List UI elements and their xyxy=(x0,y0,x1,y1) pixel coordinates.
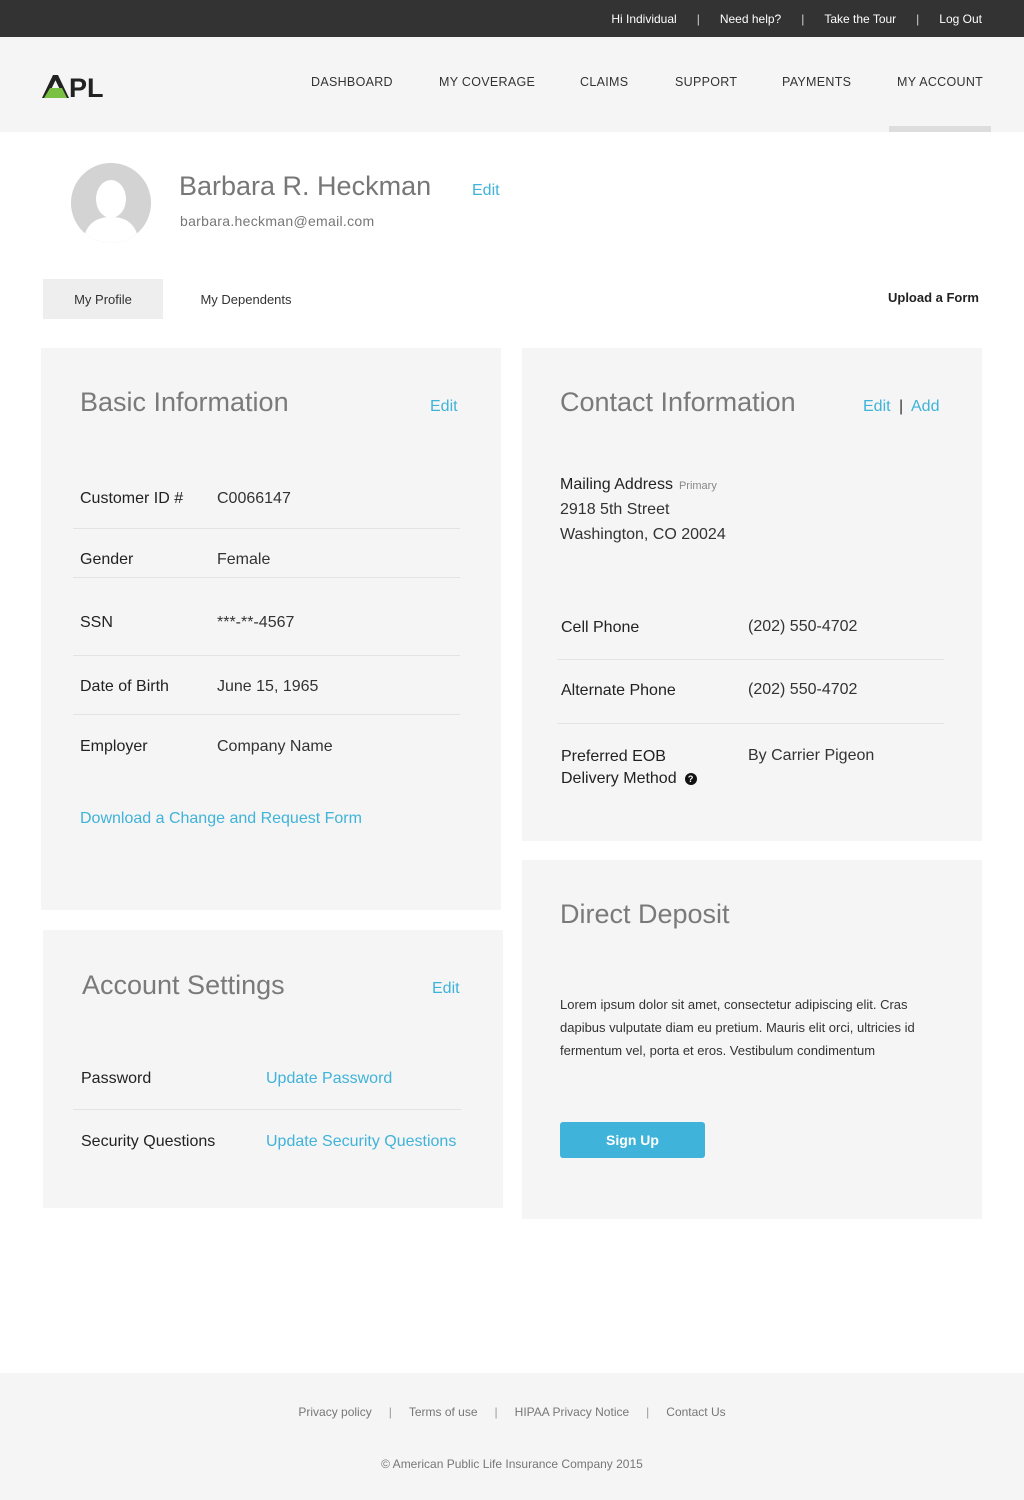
nav-payments[interactable]: PAYMENTS xyxy=(782,75,851,89)
card-title: Contact Information xyxy=(560,387,796,417)
top-utility-bar: Hi Individual | Need help? | Take the To… xyxy=(0,0,1024,37)
ssn-label: SSN xyxy=(80,614,113,631)
update-password-link[interactable]: Update Password xyxy=(266,1070,392,1088)
nav-active-indicator xyxy=(889,126,991,132)
eob-label-line-1: Preferred EOB xyxy=(561,748,666,765)
dob-value: June 15, 1965 xyxy=(217,678,319,695)
download-change-form-link[interactable]: Download a Change and Request Form xyxy=(80,810,362,828)
tab-my-profile[interactable]: My Profile xyxy=(43,279,163,319)
dob-label: Date of Birth xyxy=(80,678,169,695)
mailing-address-label: Mailing Address Primary xyxy=(560,476,717,494)
profile-name: Barbara R. Heckman xyxy=(179,171,432,201)
utility-links: Hi Individual | Need help? | Take the To… xyxy=(611,0,982,37)
separator: | xyxy=(646,1405,650,1419)
employer-label: Employer xyxy=(80,738,148,755)
customer-id-label: Customer ID # xyxy=(80,490,184,507)
ssn-value: ***-**-4567 xyxy=(217,614,295,631)
separator: | xyxy=(696,11,700,26)
cell-phone-value: (202) 550-4702 xyxy=(748,618,858,635)
edit-profile-link[interactable]: Edit xyxy=(472,182,500,200)
update-security-questions-link[interactable]: Update Security Questions xyxy=(266,1133,456,1151)
footer-links: Privacy policy | Terms of use | HIPAA Pr… xyxy=(0,1405,1024,1419)
copyright: © American Public Life Insurance Company… xyxy=(381,1457,643,1471)
card-title: Basic Information xyxy=(80,387,289,417)
direct-deposit-card: Direct Deposit Lorem ipsum dolor sit ame… xyxy=(522,860,982,1219)
upload-form-link[interactable]: Upload a Form xyxy=(888,290,979,305)
separator: | xyxy=(801,11,805,26)
avatar xyxy=(71,163,151,243)
contact-us-link[interactable]: Contact Us xyxy=(666,1405,725,1419)
card-title: Direct Deposit xyxy=(560,899,730,929)
edit-basic-info-link[interactable]: Edit xyxy=(430,398,458,416)
separator: | xyxy=(899,398,904,415)
user-silhouette-icon xyxy=(71,163,151,243)
need-help-link[interactable]: Need help? xyxy=(720,12,781,26)
alternate-phone-label: Alternate Phone xyxy=(561,682,676,699)
edit-account-settings-link[interactable]: Edit xyxy=(432,980,460,998)
divider xyxy=(557,659,944,660)
apl-logo[interactable]: PL xyxy=(42,71,106,101)
main-header: PL DASHBOARD MY COVERAGE CLAIMS SUPPORT … xyxy=(0,37,1024,132)
logo-mark-icon: PL xyxy=(42,73,104,101)
divider xyxy=(73,655,460,656)
direct-deposit-description: Lorem ipsum dolor sit amet, consectetur … xyxy=(560,997,915,1058)
password-label: Password xyxy=(81,1070,152,1087)
take-tour-link[interactable]: Take the Tour xyxy=(824,12,896,26)
cell-phone-label: Cell Phone xyxy=(561,619,640,636)
divider xyxy=(557,723,944,724)
address-line-1: 2918 5th Street xyxy=(560,501,670,518)
separator: | xyxy=(388,1405,392,1419)
mailing-address-label-text: Mailing Address xyxy=(560,476,673,493)
gender-value: Female xyxy=(217,551,271,568)
basic-information-card: Basic Information Edit Customer ID # C00… xyxy=(41,348,501,910)
nav-support[interactable]: SUPPORT xyxy=(675,75,737,89)
contact-information-card: Contact Information Edit | Add Mailing A… xyxy=(522,348,982,841)
svg-text:PL: PL xyxy=(69,73,104,101)
divider xyxy=(73,528,460,529)
security-questions-label: Security Questions xyxy=(81,1133,216,1150)
nav-my-coverage[interactable]: MY COVERAGE xyxy=(439,75,535,89)
nav-claims[interactable]: CLAIMS xyxy=(580,75,628,89)
eob-label-line-2: Delivery Method? xyxy=(561,768,697,790)
help-icon[interactable]: ? xyxy=(684,773,697,785)
separator: | xyxy=(494,1405,498,1419)
profile-email: barbara.heckman@email.com xyxy=(180,213,375,229)
primary-tag: Primary xyxy=(678,480,717,492)
divider xyxy=(73,577,460,578)
separator: | xyxy=(916,11,920,26)
gender-label: Gender xyxy=(80,551,134,568)
divider xyxy=(73,714,460,715)
divider xyxy=(73,1109,461,1110)
footer: Privacy policy | Terms of use | HIPAA Pr… xyxy=(0,1373,1024,1500)
eob-label-line-2-text: Delivery Method xyxy=(561,770,677,787)
hipaa-notice-link[interactable]: HIPAA Privacy Notice xyxy=(515,1405,629,1419)
card-title: Account Settings xyxy=(82,970,285,1000)
greeting-link[interactable]: Hi Individual xyxy=(611,12,676,26)
edit-contact-link[interactable]: Edit xyxy=(863,398,891,416)
eob-delivery-label: Preferred EOB Delivery Method? xyxy=(561,746,697,790)
privacy-policy-link[interactable]: Privacy policy xyxy=(298,1405,371,1419)
sign-up-button[interactable]: Sign Up xyxy=(560,1122,705,1158)
nav-my-account[interactable]: MY ACCOUNT xyxy=(897,75,983,89)
address-line-2: Washington, CO 20024 xyxy=(560,526,726,543)
alternate-phone-value: (202) 550-4702 xyxy=(748,681,858,698)
logout-link[interactable]: Log Out xyxy=(939,12,982,26)
add-contact-link[interactable]: Add xyxy=(911,398,939,416)
eob-delivery-value: By Carrier Pigeon xyxy=(748,747,875,764)
nav-dashboard[interactable]: DASHBOARD xyxy=(311,75,393,89)
terms-of-use-link[interactable]: Terms of use xyxy=(409,1405,478,1419)
customer-id-value: C0066147 xyxy=(217,490,291,507)
employer-value: Company Name xyxy=(217,738,333,755)
account-settings-card: Account Settings Edit Password Update Pa… xyxy=(43,930,503,1208)
tab-my-dependents[interactable]: My Dependents xyxy=(185,279,307,319)
